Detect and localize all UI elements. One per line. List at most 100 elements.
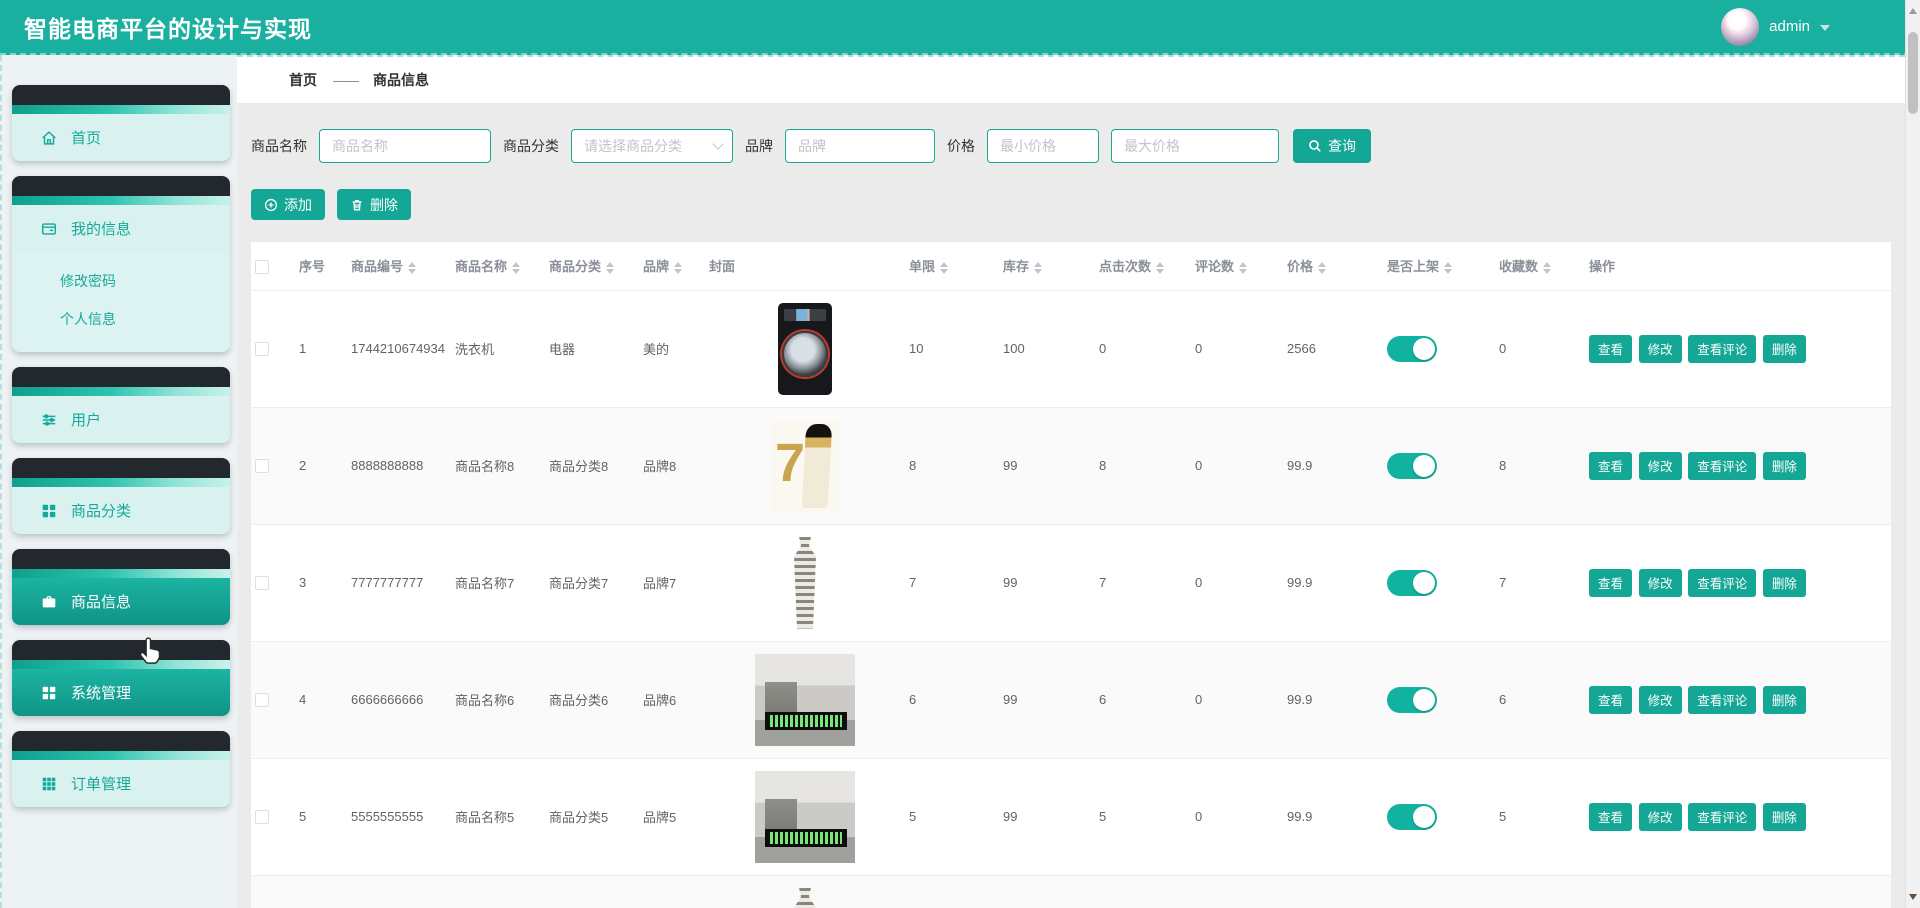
cell-code: 7777777777 [347,524,451,641]
nav-card-stripe [12,105,230,114]
view-button[interactable]: 查看 [1589,335,1632,363]
delete-row-button[interactable]: 删除 [1763,335,1806,363]
cell-limit: 10 [905,290,999,407]
home-icon [40,129,58,147]
on-shelf-toggle[interactable] [1387,453,1437,479]
cell-clicks: 6 [1095,641,1191,758]
cell-comments: 0 [1191,524,1283,641]
table-row: 1 1744210674934 洗衣机 电器 美的 10 100 0 0 256… [251,290,1891,407]
toolbar: 添加 删除 [251,189,1905,220]
category-select[interactable]: 请选择商品分类 [571,129,733,163]
cell-comments: 0 [1191,758,1283,875]
sort-icon[interactable] [1318,262,1326,274]
delete-row-button[interactable]: 删除 [1763,803,1806,831]
scroll-down-arrow-icon[interactable] [1909,894,1917,900]
on-shelf-toggle[interactable] [1387,804,1437,830]
cell-favs: 7 [1495,524,1585,641]
vertical-scrollbar[interactable] [1905,0,1920,908]
sidebar-item-users[interactable]: 用户 [12,367,230,443]
main-content: 首页 —— 商品信息 商品名称 商品分类 请选择商品分类 品牌 价格 查询 添加… [237,55,1905,908]
cell-name: 商品名称7 [451,524,545,641]
sidebar-item-label: 首页 [71,127,101,148]
sidebar-item-home[interactable]: 首页 [12,85,230,161]
row-checkbox[interactable] [255,693,269,707]
cell-favs: 8 [1495,407,1585,524]
sidebar-subitem-personal-info[interactable]: 个人信息 [12,300,230,338]
product-name-input[interactable] [319,129,491,163]
row-checkbox[interactable] [255,810,269,824]
delete-row-button[interactable]: 删除 [1763,452,1806,480]
sort-icon[interactable] [1543,262,1551,274]
sort-icon[interactable] [674,262,682,274]
username-label: admin [1769,18,1810,35]
sort-icon[interactable] [606,262,614,274]
breadcrumb-home[interactable]: 首页 [289,70,317,90]
toggle-knob [1413,806,1435,828]
row-checkbox[interactable] [255,342,269,356]
row-checkbox[interactable] [255,576,269,590]
sidebar-subitem-change-password[interactable]: 修改密码 [12,262,230,300]
sidebar-item-system-management[interactable]: 系统管理 [12,640,230,716]
view-comments-button[interactable]: 查看评论 [1688,803,1756,831]
view-button[interactable]: 查看 [1589,686,1632,714]
cell-comments: 0 [1191,407,1283,524]
on-shelf-toggle[interactable] [1387,687,1437,713]
cell-category: 商品分类8 [545,407,639,524]
scrollbar-thumb[interactable] [1908,32,1918,114]
search-button-label: 查询 [1328,136,1356,156]
search-button[interactable]: 查询 [1293,129,1371,163]
sort-icon[interactable] [408,262,416,274]
sidebar-item-product-category[interactable]: 商品分类 [12,458,230,534]
table-row: 2 8888888888 商品名称8 商品分类8 品牌8 8 99 8 0 99… [251,407,1891,524]
view-button[interactable]: 查看 [1589,452,1632,480]
nav-card-stripe [12,660,230,669]
brand-input[interactable] [785,129,935,163]
row-checkbox[interactable] [255,459,269,473]
delete-row-button[interactable]: 删除 [1763,569,1806,597]
view-comments-button[interactable]: 查看评论 [1688,686,1756,714]
sort-icon[interactable] [512,262,520,274]
on-shelf-toggle[interactable] [1387,336,1437,362]
edit-button[interactable]: 修改 [1639,803,1682,831]
edit-button[interactable]: 修改 [1639,335,1682,363]
sort-icon[interactable] [940,262,948,274]
max-price-input[interactable] [1111,129,1279,163]
edit-button[interactable]: 修改 [1639,686,1682,714]
on-shelf-toggle[interactable] [1387,570,1437,596]
sidebar-item-product-info[interactable]: 商品信息 [12,549,230,625]
sliders-icon [40,411,58,429]
cell-clicks: 8 [1095,407,1191,524]
sidebar-item-label: 我的信息 [71,218,131,239]
view-button[interactable]: 查看 [1589,803,1632,831]
sidebar-item-my-info[interactable]: 我的信息 修改密码 个人信息 [12,176,230,352]
min-price-input[interactable] [987,129,1099,163]
cell-price: 99.9 [1283,407,1383,524]
cell-favs [1495,875,1585,908]
sort-icon[interactable] [1444,262,1452,274]
view-button[interactable]: 查看 [1589,569,1632,597]
col-limit: 单限 [905,242,999,290]
cell-name: 商品名称5 [451,758,545,875]
view-comments-button[interactable]: 查看评论 [1688,335,1756,363]
sidebar-item-order-management[interactable]: 订单管理 [12,731,230,807]
delete-button-label: 删除 [370,195,398,215]
briefcase-icon [40,593,58,611]
view-comments-button[interactable]: 查看评论 [1688,569,1756,597]
product-name-label: 商品名称 [251,136,307,156]
select-all-checkbox[interactable] [255,260,269,274]
edit-button[interactable]: 修改 [1639,569,1682,597]
sort-icon[interactable] [1239,262,1247,274]
sort-icon[interactable] [1156,262,1164,274]
delete-button[interactable]: 删除 [337,189,411,220]
cell-clicks: 0 [1095,290,1191,407]
cell-brand: 品牌8 [639,407,705,524]
category-select-placeholder: 请选择商品分类 [584,136,682,156]
user-menu[interactable]: admin [1721,8,1830,46]
edit-button[interactable]: 修改 [1639,452,1682,480]
delete-row-button[interactable]: 删除 [1763,686,1806,714]
view-comments-button[interactable]: 查看评论 [1688,452,1756,480]
scroll-up-arrow-icon[interactable] [1909,8,1917,14]
sort-icon[interactable] [1034,262,1042,274]
user-avatar[interactable] [1721,8,1759,46]
add-button[interactable]: 添加 [251,189,325,220]
